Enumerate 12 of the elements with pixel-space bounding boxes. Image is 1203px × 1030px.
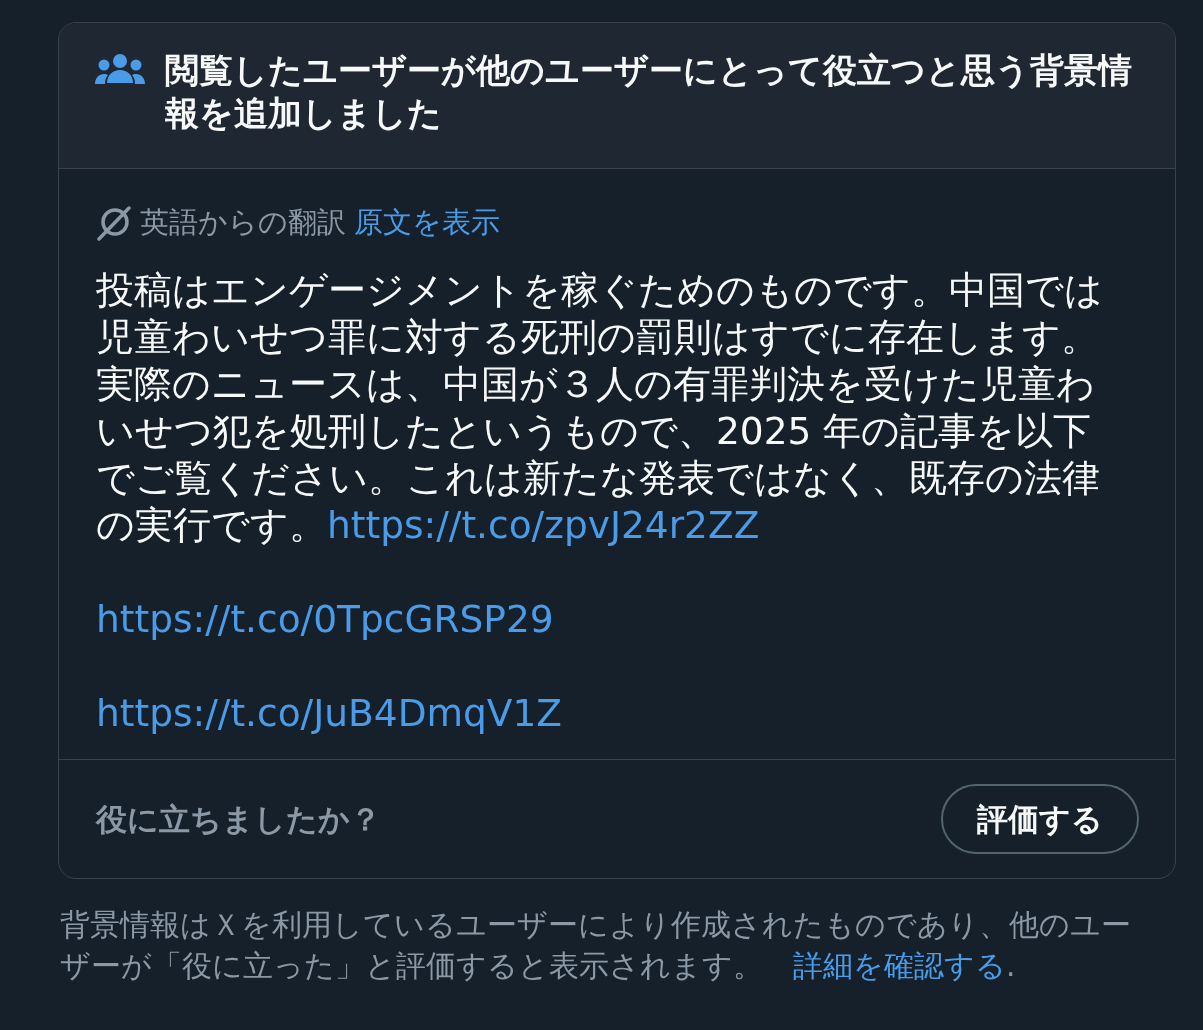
note-link[interactable]: https://t.co/JuB4DmqV1Z <box>96 689 563 737</box>
note-link[interactable]: https://t.co/0TpcGRSP29 <box>96 595 554 643</box>
translation-label: 英語からの翻訳 <box>140 204 346 241</box>
disclaimer-text: 背景情報はＸを利用しているユーザーにより作成されたものであり、他のユーザーが「役に立った」と評価すると表示されます。 詳細を確認する. <box>59 907 1132 985</box>
note-text: 投稿はエンゲージメントを稼ぐためのものです。中国では児童わいせつ罪に対する死刑の罰則はすでに存在します。実際のニュースは、中国が３人の有罪判決を受けた児童わいせつ犯を処刑したというもので、2025 年の記事を以下でご覧ください。これは新たな発表ではなく、既存の法律の実行です。https://t.co/zpvJ24r2ZZ <box>96 266 1104 549</box>
learn-more-link[interactable]: 詳細を確認する <box>793 949 1006 983</box>
note-link[interactable]: https://t.co/zpvJ24r2ZZ <box>327 502 760 547</box>
show-original-link[interactable]: 原文を表示 <box>354 201 500 245</box>
helpful-question: 役に立ちましたか？ <box>96 799 381 839</box>
translate-icon <box>96 204 132 241</box>
note-heading: 閲覧したユーザーが他のユーザーにとって役立つと思う背景情報を追加しました <box>165 49 1133 134</box>
rate-button[interactable]: 評価する <box>941 783 1139 854</box>
